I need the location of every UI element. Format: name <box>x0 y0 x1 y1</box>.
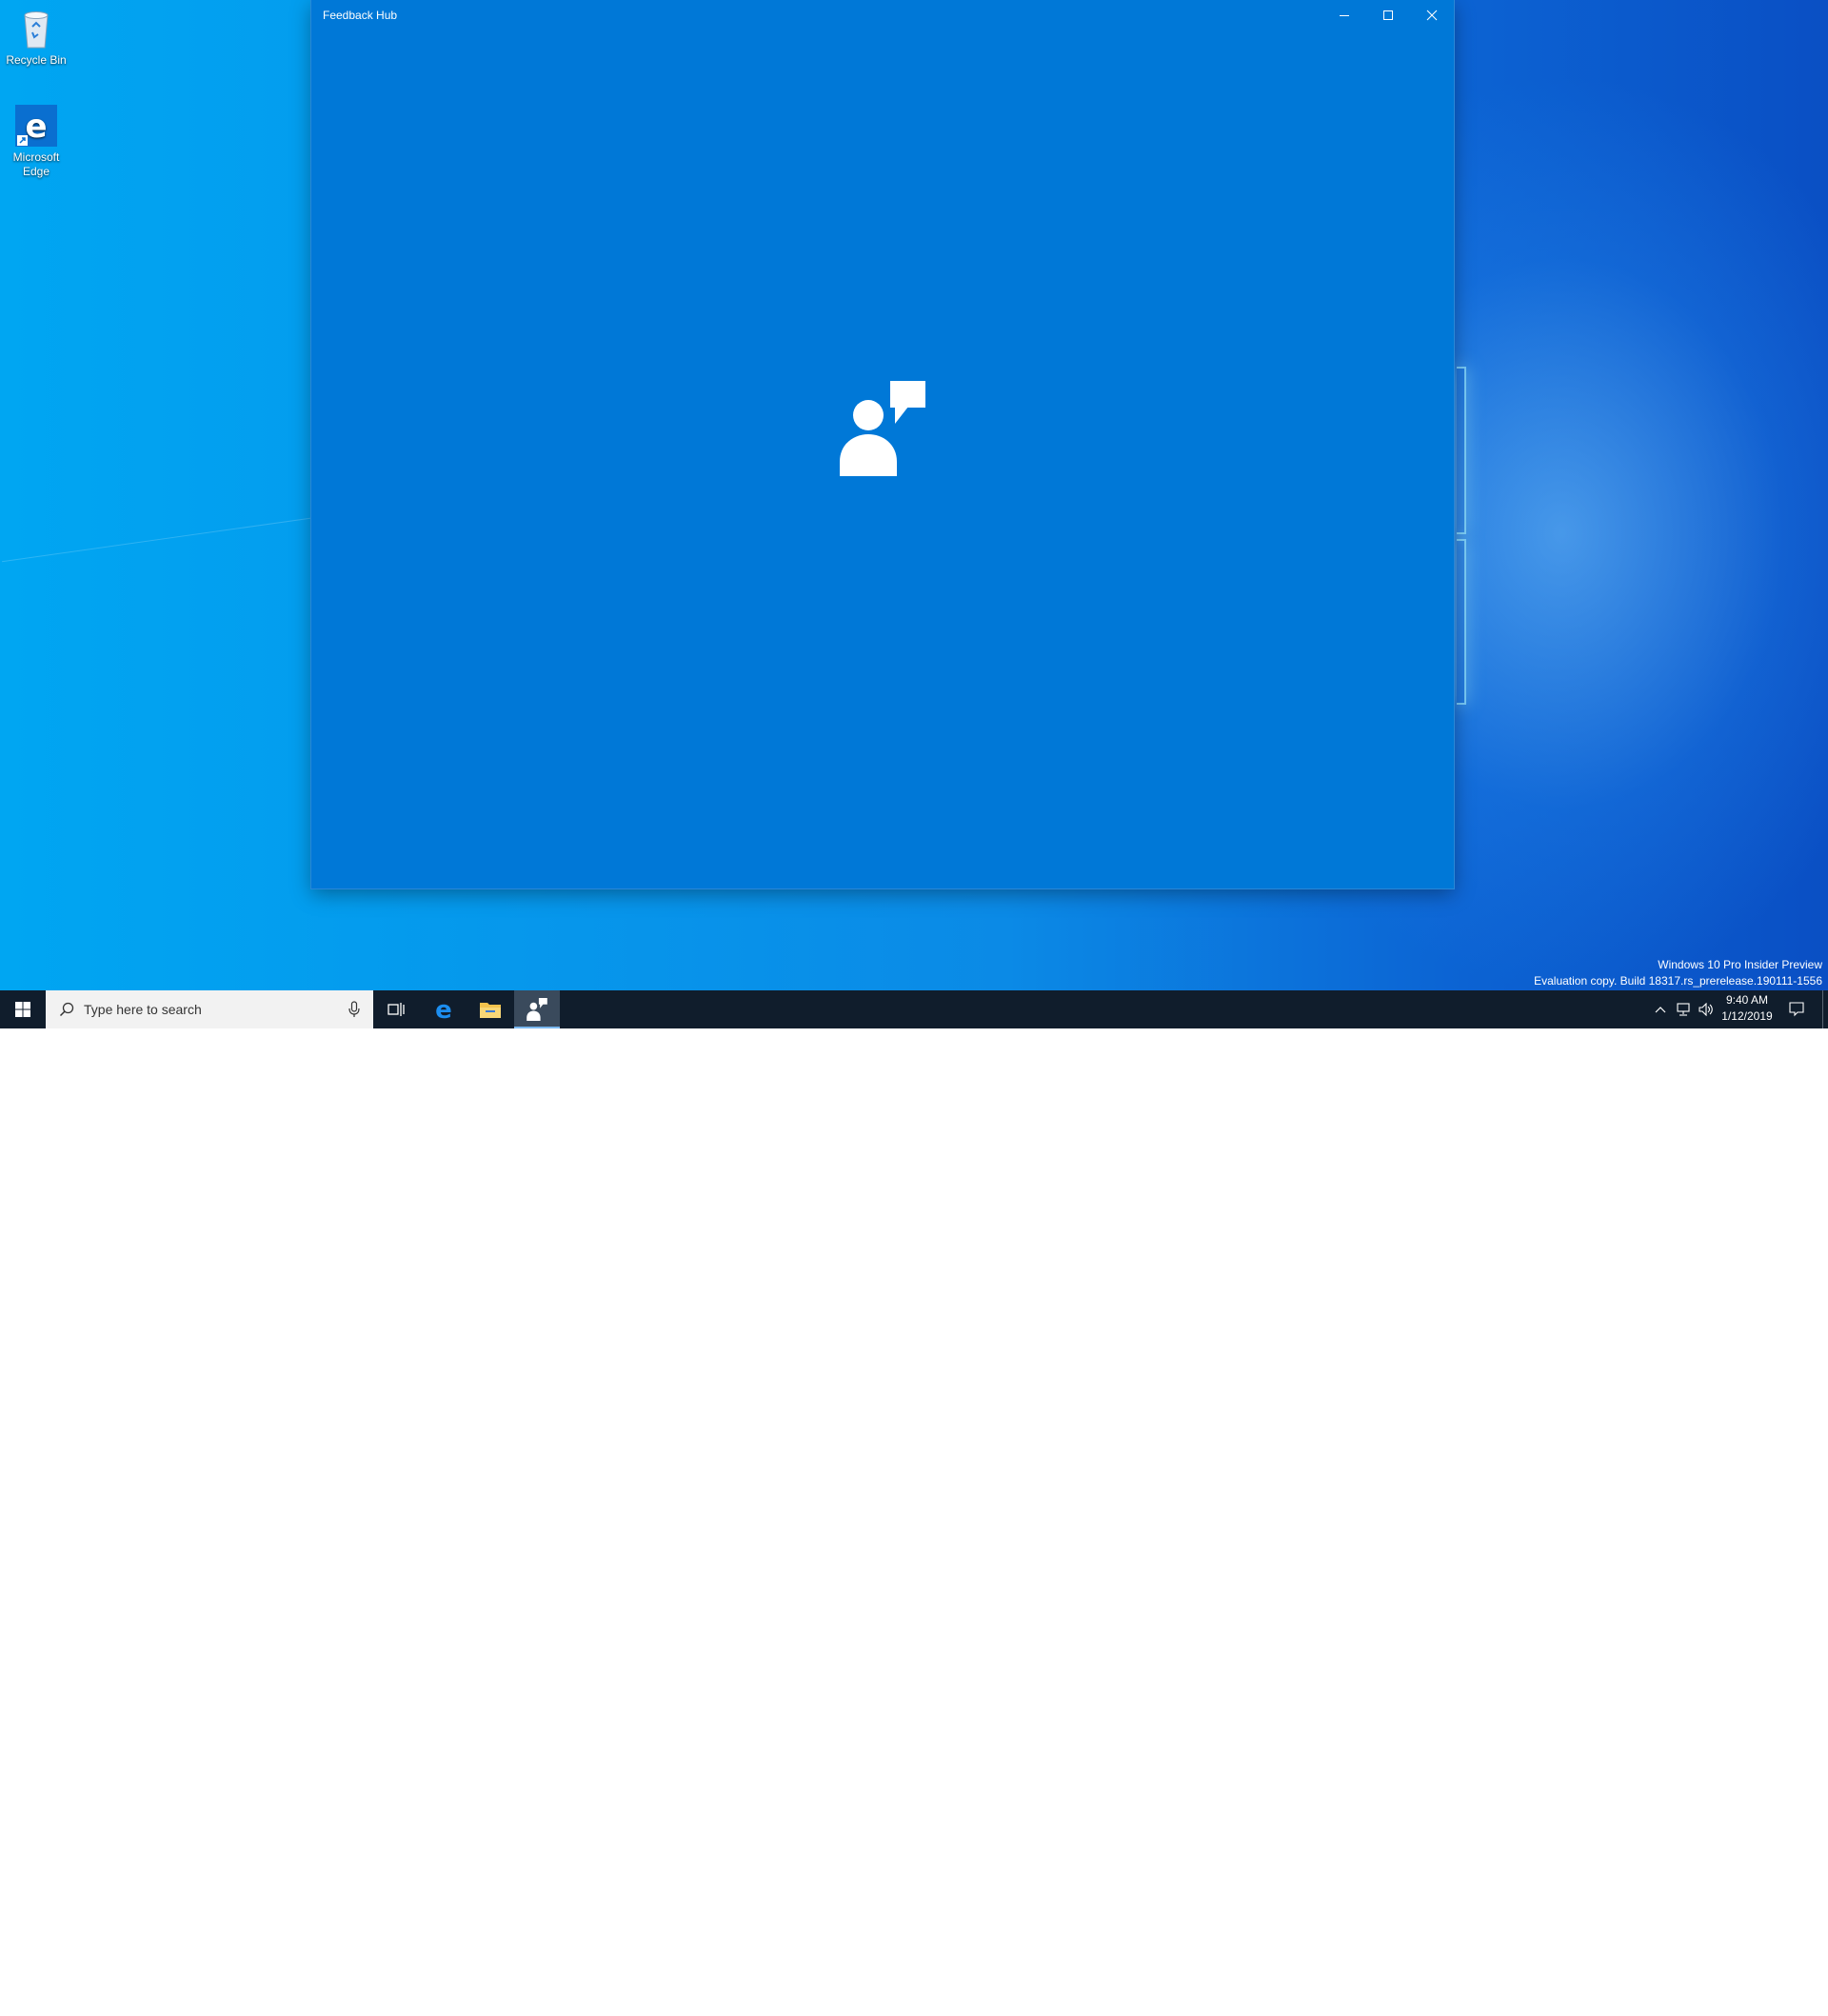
volume-icon <box>1699 1003 1713 1016</box>
task-view-icon <box>387 1003 405 1016</box>
file-explorer-icon <box>480 1003 501 1018</box>
desktop-icon-edge[interactable]: e Microsoft Edge <box>0 103 72 179</box>
chevron-up-icon <box>1655 1007 1666 1013</box>
wallpaper-window-logo <box>1457 367 1466 534</box>
clock-time: 9:40 AM <box>1725 993 1769 1007</box>
minimize-button[interactable] <box>1322 0 1366 30</box>
watermark-line: Windows 10 Pro Insider Preview <box>1658 958 1822 971</box>
desktop: Recycle Bin e Microsoft Edge Feedback Hu… <box>0 0 1828 990</box>
show-hidden-icons-button[interactable] <box>1649 990 1672 1028</box>
taskbar-clock[interactable]: 9:40 AM 1/12/2019 <box>1714 992 1780 1025</box>
window-title: Feedback Hub <box>323 9 398 22</box>
clock-date: 1/12/2019 <box>1721 1009 1773 1023</box>
taskbar-edge-button[interactable]: e <box>421 990 467 1028</box>
network-button[interactable] <box>1672 990 1695 1028</box>
desktop-icon-recycle-bin[interactable]: Recycle Bin <box>0 6 72 68</box>
taskbar-feedback-hub-button[interactable] <box>514 990 560 1028</box>
action-center-button[interactable] <box>1782 990 1811 1028</box>
feedback-hub-icon <box>840 381 925 476</box>
maximize-icon <box>1383 10 1393 20</box>
desktop-icon-label: Recycle Bin <box>6 53 67 67</box>
minimize-icon <box>1340 15 1349 16</box>
overlay-watermark-text: The Collection Book <box>1649 1984 1803 2003</box>
svg-text:e: e <box>435 998 452 1021</box>
build-watermark: Windows 10 Pro Insider Preview Evaluatio… <box>1534 957 1822 989</box>
watermark-line: Evaluation copy. Build 18317.rs_prerelea… <box>1534 974 1822 988</box>
network-icon <box>1677 1003 1690 1016</box>
search-placeholder: Type here to search <box>84 1002 202 1017</box>
desktop-icon-label: Microsoft Edge <box>12 150 60 178</box>
close-button[interactable] <box>1410 0 1454 30</box>
book-icon <box>1591 1982 1637 2016</box>
close-icon <box>1426 10 1438 21</box>
task-view-button[interactable] <box>373 990 419 1028</box>
svg-text:e: e <box>25 108 47 146</box>
edge-icon: e <box>435 998 452 1021</box>
wallpaper-window-logo <box>1457 539 1466 705</box>
recycle-bin-icon <box>13 6 59 51</box>
microphone-icon[interactable] <box>348 1001 360 1018</box>
start-button[interactable] <box>0 990 46 1028</box>
overlay-watermark: The Collection Book <box>1590 1978 1809 2016</box>
notification-icon <box>1789 1002 1804 1017</box>
search-icon <box>59 1002 74 1017</box>
feedback-hub-icon <box>527 998 547 1021</box>
show-desktop-button[interactable] <box>1822 990 1828 1028</box>
title-bar[interactable]: Feedback Hub <box>311 0 1454 30</box>
taskbar: Type here to search e The Collection Boo… <box>0 990 1828 2016</box>
taskbar-file-explorer-button[interactable] <box>467 990 513 1028</box>
maximize-button[interactable] <box>1366 0 1410 30</box>
feedback-hub-window[interactable]: Feedback Hub <box>311 0 1454 888</box>
search-input[interactable]: Type here to search <box>46 990 373 1028</box>
windows-logo-icon <box>15 1002 30 1017</box>
edge-icon: e <box>13 103 59 149</box>
